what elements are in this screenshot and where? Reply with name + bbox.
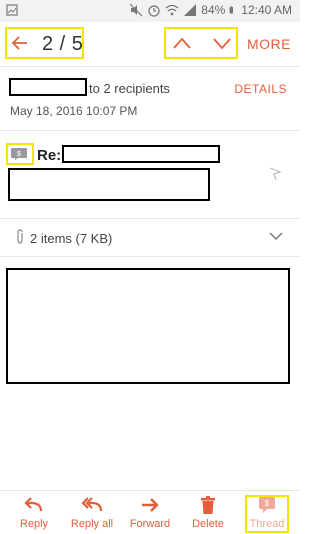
message-date: May 18, 2016 10:07 PM <box>10 104 138 118</box>
toolbar: 2 / 5 MORE <box>0 22 300 64</box>
bottom-action-bar: Reply Reply all Forward Delete $ Thread <box>0 490 300 534</box>
flag-icon[interactable] <box>267 166 283 182</box>
wifi-icon <box>165 4 179 16</box>
paperclip-icon <box>17 229 23 244</box>
redacted-sender <box>9 78 87 96</box>
battery-icon <box>229 6 234 14</box>
reply-all-label: Reply all <box>70 518 114 530</box>
expand-chevron-down-icon[interactable] <box>269 231 283 241</box>
details-button[interactable]: DETAILS <box>234 82 287 96</box>
toolbar-divider <box>0 66 300 67</box>
next-message-chevron-down-icon[interactable] <box>212 35 232 51</box>
redacted-message-body <box>6 268 290 384</box>
redacted-sender-line <box>8 168 210 201</box>
message-pager: 2 / 5 <box>42 33 84 55</box>
previous-message-chevron-up-icon[interactable] <box>172 35 192 51</box>
attachments-divider <box>0 256 300 257</box>
subject-divider <box>0 218 300 219</box>
status-bar: 84% 12:40 AM <box>0 0 300 22</box>
forward-label: Forward <box>129 518 171 530</box>
attachments-summary[interactable]: 2 items (7 KB) <box>30 231 112 246</box>
sms-icon: $ <box>11 148 27 160</box>
reply-button[interactable]: Reply <box>4 495 64 530</box>
trash-icon <box>201 496 215 514</box>
thread-label: Thread <box>249 518 285 530</box>
reply-all-button[interactable]: Reply all <box>62 495 122 530</box>
battery-percent: 84% <box>201 3 226 17</box>
mute-icon <box>129 3 143 17</box>
back-arrow-icon[interactable] <box>11 34 29 52</box>
status-icons: 84% 12:40 AM <box>129 3 292 17</box>
signal-icon <box>184 4 197 16</box>
thread-icon: $ <box>259 497 275 513</box>
alarm-icon <box>148 5 160 17</box>
more-button[interactable]: MORE <box>247 36 291 52</box>
redacted-subject <box>62 145 220 163</box>
subject-prefix: Re: <box>37 147 62 164</box>
svg-text:$: $ <box>265 499 270 508</box>
forward-icon <box>142 498 159 512</box>
delete-button[interactable]: Delete <box>178 495 238 530</box>
reply-all-icon <box>81 497 103 512</box>
header-divider <box>0 130 300 131</box>
gallery-notification-icon <box>6 4 18 16</box>
forward-button[interactable]: Forward <box>120 495 180 530</box>
recipients-text: to 2 recipients <box>89 81 170 96</box>
delete-label: Delete <box>192 518 224 530</box>
clock: 12:40 AM <box>241 3 292 17</box>
reply-icon <box>24 497 43 512</box>
thread-button[interactable]: $ Thread <box>237 495 297 530</box>
reply-label: Reply <box>19 518 49 530</box>
svg-text:$: $ <box>17 151 21 158</box>
